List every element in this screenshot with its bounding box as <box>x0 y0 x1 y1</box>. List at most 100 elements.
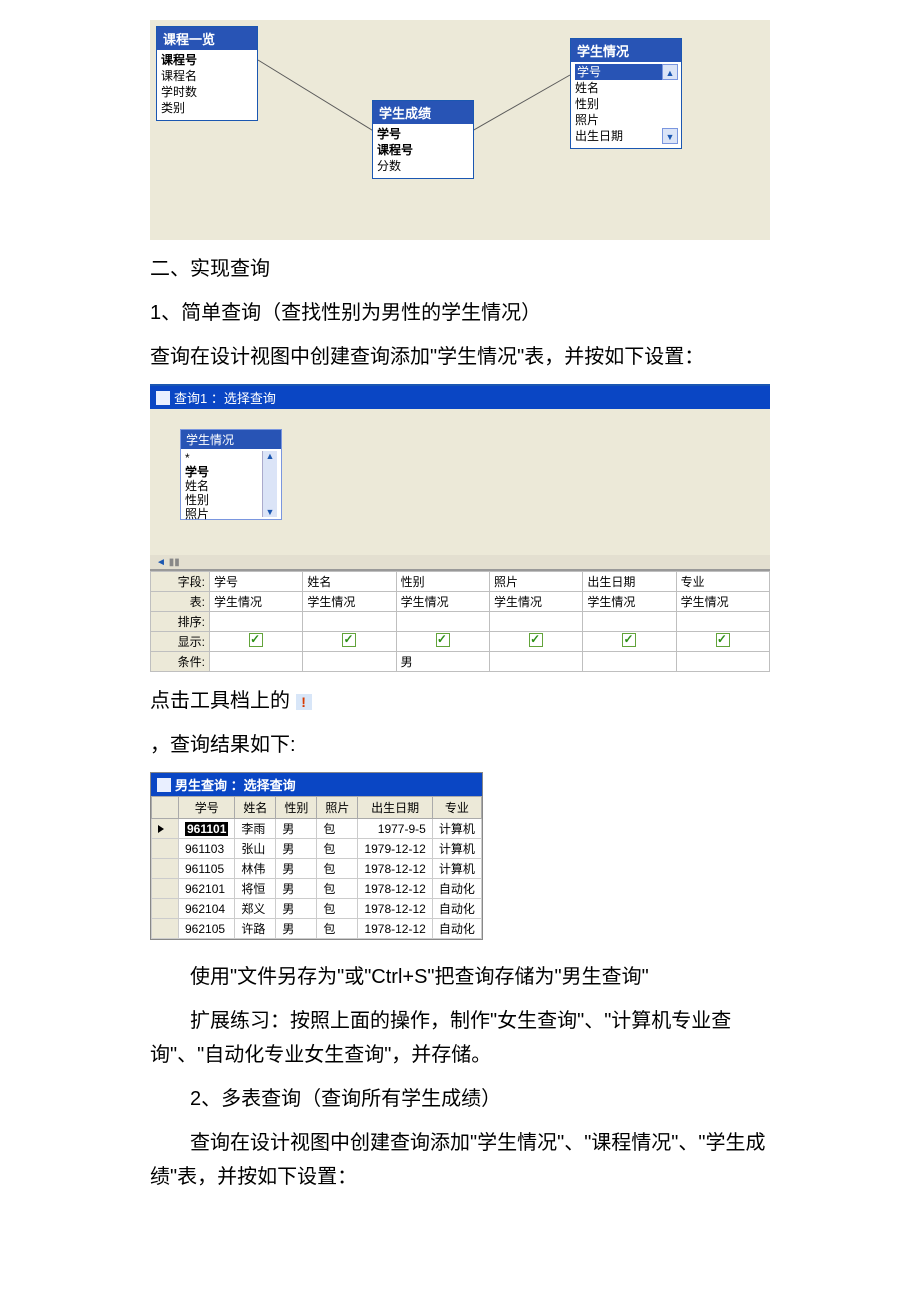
relationship-diagram: 课程一览 课程号 课程名 学时数 类别 学生成绩 学号 课程号 分数 学生情况 … <box>150 20 770 240</box>
cell-table-1[interactable]: 学生情况 <box>303 592 396 612</box>
cell[interactable]: 李雨 <box>235 819 276 839</box>
run-button-icon[interactable]: ! <box>296 694 312 710</box>
design-field-sno[interactable]: 学号 <box>185 465 262 479</box>
field-sno2: 学号 <box>575 64 662 80</box>
field-name: 姓名 <box>575 80 662 96</box>
row-pointer-icon <box>158 825 164 833</box>
table-scores[interactable]: 学生成绩 学号 课程号 分数 <box>372 100 474 179</box>
checkbox-icon[interactable] <box>436 633 450 647</box>
table-students-title: 学生情况 <box>571 39 681 62</box>
scroll-left-icon[interactable]: ◄ <box>156 557 166 568</box>
grid-row-sort: 排序: <box>151 612 770 632</box>
design-table-title: 学生情况 <box>181 430 281 449</box>
query-design-window: 查询1 ：选择查询 学生情况 * 学号 姓名 性别 照片 ▲ ▼ <box>150 384 770 672</box>
scroll-up-icon[interactable]: ▲ <box>266 451 275 461</box>
scroll-down-icon[interactable]: ▼ <box>662 128 678 144</box>
result-header-3[interactable]: 照片 <box>317 797 358 819</box>
scroll-down-icon[interactable]: ▼ <box>266 507 275 517</box>
result-titlebar[interactable]: 男生查询 ：选择查询 <box>151 773 482 796</box>
result-header-4[interactable]: 出生日期 <box>358 797 432 819</box>
design-table-students[interactable]: 学生情况 * 学号 姓名 性别 照片 ▲ ▼ <box>180 429 282 520</box>
query-design-title: 查询1 ：选择查询 <box>174 388 276 407</box>
table-row: 962101将恒男包1978-12-12自动化 <box>152 879 482 899</box>
cell[interactable]: 男 <box>276 819 317 839</box>
cell-table-5[interactable]: 学生情况 <box>676 592 769 612</box>
checkbox-icon[interactable] <box>529 633 543 647</box>
table-students[interactable]: 学生情况 学号 姓名 性别 照片 出生日期 ▲ ▼ <box>570 38 682 149</box>
p5: 使用"文件另存为"或"Ctrl+S"把查询存储为"男生查询" <box>150 960 770 994</box>
query-design-upper: 学生情况 * 学号 姓名 性别 照片 ▲ ▼ <box>150 409 770 555</box>
result-header-1[interactable]: 姓名 <box>235 797 276 819</box>
result-datasheet[interactable]: 学号 姓名 性别 照片 出生日期 专业 961101 李雨 男 包 1977-9… <box>151 796 482 939</box>
cell-cond-0[interactable] <box>210 652 303 672</box>
window-icon <box>157 778 171 792</box>
grid-row-show: 显示: <box>151 632 770 652</box>
design-field-star[interactable]: * <box>185 451 262 465</box>
checkbox-icon[interactable] <box>622 633 636 647</box>
cell[interactable]: 961101 <box>179 819 235 839</box>
table-row: 961101 李雨 男 包 1977-9-5 计算机 <box>152 819 482 839</box>
cell-cond-1[interactable] <box>303 652 396 672</box>
checkbox-icon[interactable] <box>716 633 730 647</box>
p1: 1、简单查询（查找性别为男性的学生情况） <box>150 296 770 330</box>
table-row: 961105林伟男包1978-12-12计算机 <box>152 859 482 879</box>
field-courseno: 课程号 <box>161 52 253 68</box>
rowhdr-show: 显示: <box>151 632 210 652</box>
result-corner <box>152 797 179 819</box>
query-design-grid[interactable]: 字段: 学号 姓名 性别 照片 出生日期 专业 表: 学生情况 学生情况 学生情… <box>150 569 770 672</box>
field-hours: 学时数 <box>161 84 253 100</box>
design-scrollbar[interactable]: ▲ ▼ <box>262 451 277 517</box>
table-courses-body: 课程号 课程名 学时数 类别 <box>157 50 257 120</box>
p3: 点击工具档上的 ! <box>150 684 770 718</box>
cell-field-5[interactable]: 专业 <box>676 572 769 592</box>
cell-cond-5[interactable] <box>676 652 769 672</box>
cell-table-3[interactable]: 学生情况 <box>489 592 582 612</box>
cell-field-1[interactable]: 姓名 <box>303 572 396 592</box>
query-design-titlebar[interactable]: 查询1 ：选择查询 <box>150 386 770 409</box>
window-icon <box>156 391 170 405</box>
p2: 查询在设计视图中创建查询添加"学生情况"表，并按如下设置： <box>150 340 770 374</box>
cell-field-0[interactable]: 学号 <box>210 572 303 592</box>
table-scores-body: 学号 课程号 分数 <box>373 124 473 178</box>
cell-table-2[interactable]: 学生情况 <box>396 592 489 612</box>
cell-field-4[interactable]: 出生日期 <box>583 572 676 592</box>
p8: 查询在设计视图中创建查询添加"学生情况"、"课程情况"、"学生成绩"表，并按如下… <box>150 1126 770 1194</box>
cell-table-0[interactable]: 学生情况 <box>210 592 303 612</box>
row-selector[interactable] <box>152 819 179 839</box>
field-sno: 学号 <box>377 126 469 142</box>
checkbox-icon[interactable] <box>342 633 356 647</box>
cell-field-2[interactable]: 性别 <box>396 572 489 592</box>
cell-table-4[interactable]: 学生情况 <box>583 592 676 612</box>
scroll-track[interactable]: ▮▮ <box>169 557 180 568</box>
grid-row-field: 字段: 学号 姓名 性别 照片 出生日期 专业 <box>151 572 770 592</box>
design-hscrollbar[interactable]: ◄ ▮▮ <box>150 555 770 569</box>
section2-heading: 二、实现查询 <box>150 252 770 286</box>
rowhdr-cond: 条件: <box>151 652 210 672</box>
table-row: 962105许路男包1978-12-12自动化 <box>152 919 482 939</box>
cell[interactable]: 计算机 <box>432 819 481 839</box>
field-category: 类别 <box>161 100 253 116</box>
table-courses[interactable]: 课程一览 课程号 课程名 学时数 类别 <box>156 26 258 121</box>
table-row: 961103张山男包1979-12-12计算机 <box>152 839 482 859</box>
cell[interactable]: 包 <box>317 819 358 839</box>
cell-cond-2[interactable]: 男 <box>396 652 489 672</box>
cell-cond-4[interactable] <box>583 652 676 672</box>
result-header-0[interactable]: 学号 <box>179 797 235 819</box>
cell[interactable]: 1977-9-5 <box>358 819 432 839</box>
field-sex: 性别 <box>575 96 662 112</box>
table-students-body: 学号 姓名 性别 照片 出生日期 ▲ ▼ <box>571 62 681 148</box>
scroll-up-icon[interactable]: ▲ <box>662 64 678 80</box>
design-field-sex[interactable]: 性别 <box>185 493 262 507</box>
p4: ，查询结果如下: <box>150 728 770 762</box>
field-coursename: 课程名 <box>161 68 253 84</box>
cell-field-3[interactable]: 照片 <box>489 572 582 592</box>
cell-cond-3[interactable] <box>489 652 582 672</box>
result-header-5[interactable]: 专业 <box>432 797 481 819</box>
checkbox-icon[interactable] <box>249 633 263 647</box>
design-field-name[interactable]: 姓名 <box>185 479 262 493</box>
result-header-2[interactable]: 性别 <box>276 797 317 819</box>
p3-text: 点击工具档上的 <box>150 690 290 712</box>
design-field-list: * 学号 姓名 性别 照片 <box>185 451 262 517</box>
design-field-photo[interactable]: 照片 <box>185 507 262 521</box>
grid-row-table: 表: 学生情况 学生情况 学生情况 学生情况 学生情况 学生情况 <box>151 592 770 612</box>
